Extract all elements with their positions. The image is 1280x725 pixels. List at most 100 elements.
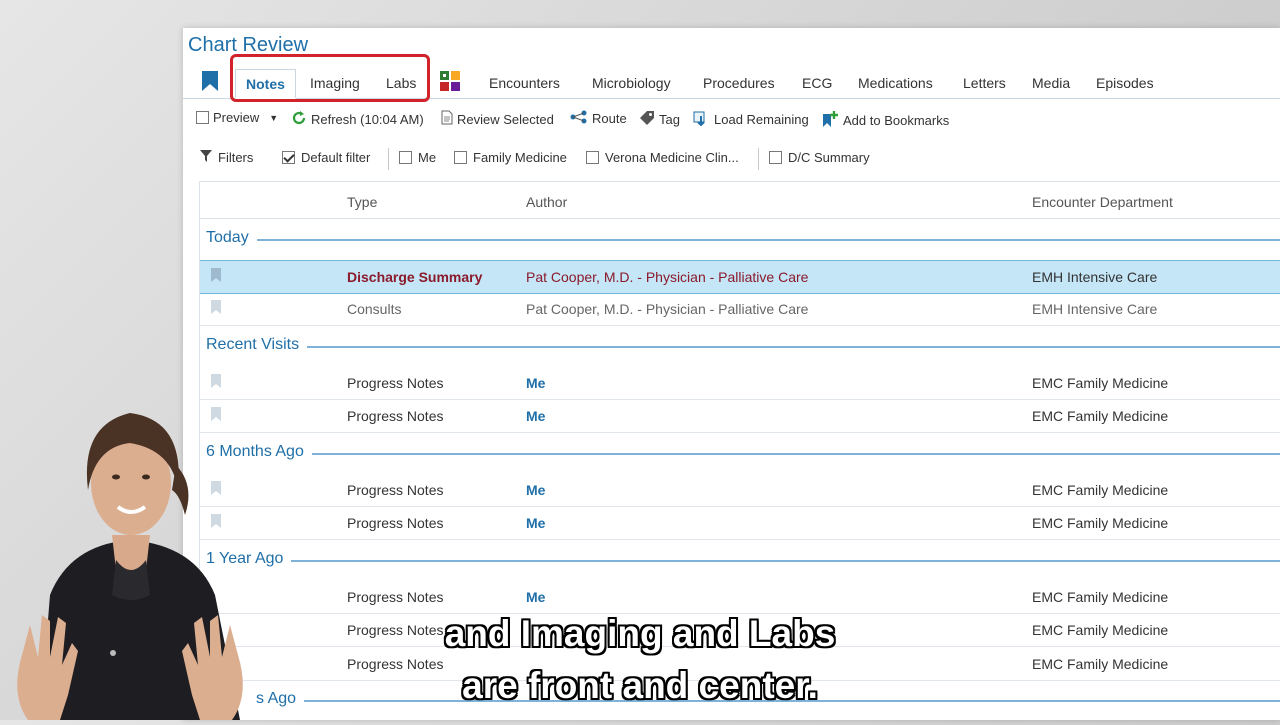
toolbar: Preview ▼ Refresh (10:04 AM) Review Sele… bbox=[183, 104, 1280, 134]
family-medicine-filter-option[interactable]: Family Medicine bbox=[454, 150, 567, 165]
tab-medications[interactable]: Medications bbox=[854, 69, 937, 97]
default-filter-checkbox[interactable] bbox=[282, 151, 295, 164]
group-header-6-months-ago: 6 Months Ago bbox=[206, 443, 1280, 461]
group-rule bbox=[291, 560, 1280, 562]
note-dept: EMH Intensive Care bbox=[1032, 301, 1158, 317]
table-row[interactable]: Progress Notes Me EMC Family Medicine bbox=[200, 367, 1280, 400]
tab-highlight-annotation bbox=[230, 54, 430, 102]
verona-label: Verona Medicine Clin... bbox=[605, 150, 739, 165]
column-header-type[interactable]: Type bbox=[347, 194, 377, 210]
table-row[interactable]: Consults Pat Cooper, M.D. - Physician - … bbox=[200, 293, 1280, 326]
me-filter-checkbox[interactable] bbox=[399, 151, 412, 164]
table-row[interactable]: Progress Notes Me EMC Family Medicine bbox=[200, 474, 1280, 507]
note-author[interactable]: Me bbox=[526, 482, 545, 498]
table-row[interactable]: Progress Notes Me EMC Family Medicine bbox=[200, 400, 1280, 433]
tab-encounters[interactable]: Encounters bbox=[485, 69, 564, 97]
group-header-1-year-ago: 1 Year Ago bbox=[206, 550, 1280, 568]
note-dept: EMC Family Medicine bbox=[1032, 515, 1169, 531]
note-type: Progress Notes bbox=[347, 515, 444, 531]
tab-procedures[interactable]: Procedures bbox=[699, 69, 779, 97]
table-row[interactable]: Discharge Summary Pat Cooper, M.D. - Phy… bbox=[200, 260, 1280, 294]
group-header-today: Today bbox=[206, 229, 1280, 247]
note-type: Progress Notes bbox=[347, 482, 444, 498]
filter-icon bbox=[200, 150, 212, 165]
dc-summary-label: D/C Summary bbox=[788, 150, 870, 165]
tag-label: Tag bbox=[659, 112, 680, 127]
note-author[interactable]: Me bbox=[526, 589, 545, 605]
group-label: Recent Visits bbox=[206, 336, 300, 353]
dc-summary-checkbox[interactable] bbox=[769, 151, 782, 164]
document-icon bbox=[441, 110, 453, 128]
default-filter-label: Default filter bbox=[301, 150, 371, 165]
subtitle-caption: and Imaging and Labs are front and cente… bbox=[380, 608, 900, 712]
route-label: Route bbox=[592, 111, 627, 126]
note-dept: EMC Family Medicine bbox=[1032, 482, 1169, 498]
bookmark-flag-icon[interactable] bbox=[210, 268, 222, 285]
note-dept: EMH Intensive Care bbox=[1032, 269, 1158, 285]
load-remaining-button[interactable]: Load Remaining bbox=[692, 110, 809, 129]
note-type: Progress Notes bbox=[347, 408, 444, 424]
tag-button[interactable]: Tag bbox=[639, 110, 680, 129]
bookmark-flag-icon[interactable] bbox=[210, 374, 222, 391]
filter-divider bbox=[758, 148, 759, 170]
verona-filter-option[interactable]: Verona Medicine Clin... bbox=[586, 150, 739, 165]
group-rule bbox=[311, 453, 1280, 455]
route-button[interactable]: Route bbox=[570, 110, 627, 127]
group-label: Today bbox=[206, 229, 249, 246]
dc-summary-filter-option[interactable]: D/C Summary bbox=[769, 150, 870, 165]
me-filter-option[interactable]: Me bbox=[399, 150, 436, 165]
bookmark-flag-icon[interactable] bbox=[210, 300, 222, 317]
preview-toggle[interactable]: Preview ▼ bbox=[196, 110, 278, 125]
load-remaining-label: Load Remaining bbox=[714, 112, 809, 127]
verona-checkbox[interactable] bbox=[586, 151, 599, 164]
header-divider bbox=[200, 218, 1280, 219]
review-selected-button[interactable]: Review Selected bbox=[441, 110, 554, 128]
group-rule bbox=[256, 239, 1280, 241]
add-to-bookmarks-label: Add to Bookmarks bbox=[843, 113, 950, 128]
group-header-recent-visits: Recent Visits bbox=[206, 336, 1280, 354]
tab-media[interactable]: Media bbox=[1028, 69, 1074, 97]
review-selected-label: Review Selected bbox=[457, 111, 554, 127]
note-dept: EMC Family Medicine bbox=[1032, 622, 1169, 638]
note-dept: EMC Family Medicine bbox=[1032, 656, 1169, 672]
filter-bar: Filters Default filter Me Family Medicin… bbox=[183, 144, 1280, 172]
presenter-video-overlay bbox=[0, 395, 270, 725]
preview-label: Preview bbox=[213, 110, 260, 125]
route-icon bbox=[570, 110, 588, 127]
load-icon bbox=[692, 110, 710, 129]
add-to-bookmarks-button[interactable]: Add to Bookmarks bbox=[821, 110, 949, 131]
note-author[interactable]: Me bbox=[526, 515, 545, 531]
column-header-author[interactable]: Author bbox=[526, 194, 567, 210]
note-dept: EMC Family Medicine bbox=[1032, 589, 1169, 605]
tab-ecg[interactable]: ECG bbox=[798, 69, 836, 97]
chevron-down-icon[interactable]: ▼ bbox=[269, 113, 278, 123]
note-author: Pat Cooper, M.D. - Physician - Palliativ… bbox=[526, 269, 809, 285]
add-bookmark-icon bbox=[821, 110, 839, 131]
refresh-icon bbox=[291, 110, 307, 129]
group-rule bbox=[307, 346, 1280, 348]
caption-line-1: and Imaging and Labs bbox=[444, 613, 836, 654]
default-filter-option[interactable]: Default filter bbox=[282, 150, 370, 165]
filters-label: Filters bbox=[218, 150, 254, 165]
note-author[interactable]: Me bbox=[526, 375, 545, 391]
tag-icon bbox=[639, 110, 655, 129]
bookmark-icon[interactable] bbox=[201, 71, 219, 96]
note-dept: EMC Family Medicine bbox=[1032, 375, 1169, 391]
me-filter-label: Me bbox=[418, 150, 437, 165]
note-dept: EMC Family Medicine bbox=[1032, 408, 1169, 424]
filters-button[interactable]: Filters bbox=[200, 150, 253, 165]
activity-grid-icon[interactable] bbox=[440, 71, 460, 96]
family-medicine-checkbox[interactable] bbox=[454, 151, 467, 164]
note-type: Discharge Summary bbox=[347, 269, 483, 285]
preview-checkbox[interactable] bbox=[196, 111, 209, 124]
note-type: Progress Notes bbox=[347, 589, 444, 605]
tab-microbiology[interactable]: Microbiology bbox=[588, 69, 675, 97]
table-row[interactable]: Progress Notes Me EMC Family Medicine bbox=[200, 507, 1280, 540]
note-author[interactable]: Me bbox=[526, 408, 545, 424]
column-header-dept[interactable]: Encounter Department bbox=[1032, 194, 1173, 210]
note-author: Pat Cooper, M.D. - Physician - Palliativ… bbox=[526, 301, 809, 317]
filter-divider bbox=[388, 148, 389, 170]
refresh-button[interactable]: Refresh (10:04 AM) bbox=[291, 110, 424, 129]
tab-episodes[interactable]: Episodes bbox=[1092, 69, 1158, 97]
tab-letters[interactable]: Letters bbox=[959, 69, 1010, 97]
